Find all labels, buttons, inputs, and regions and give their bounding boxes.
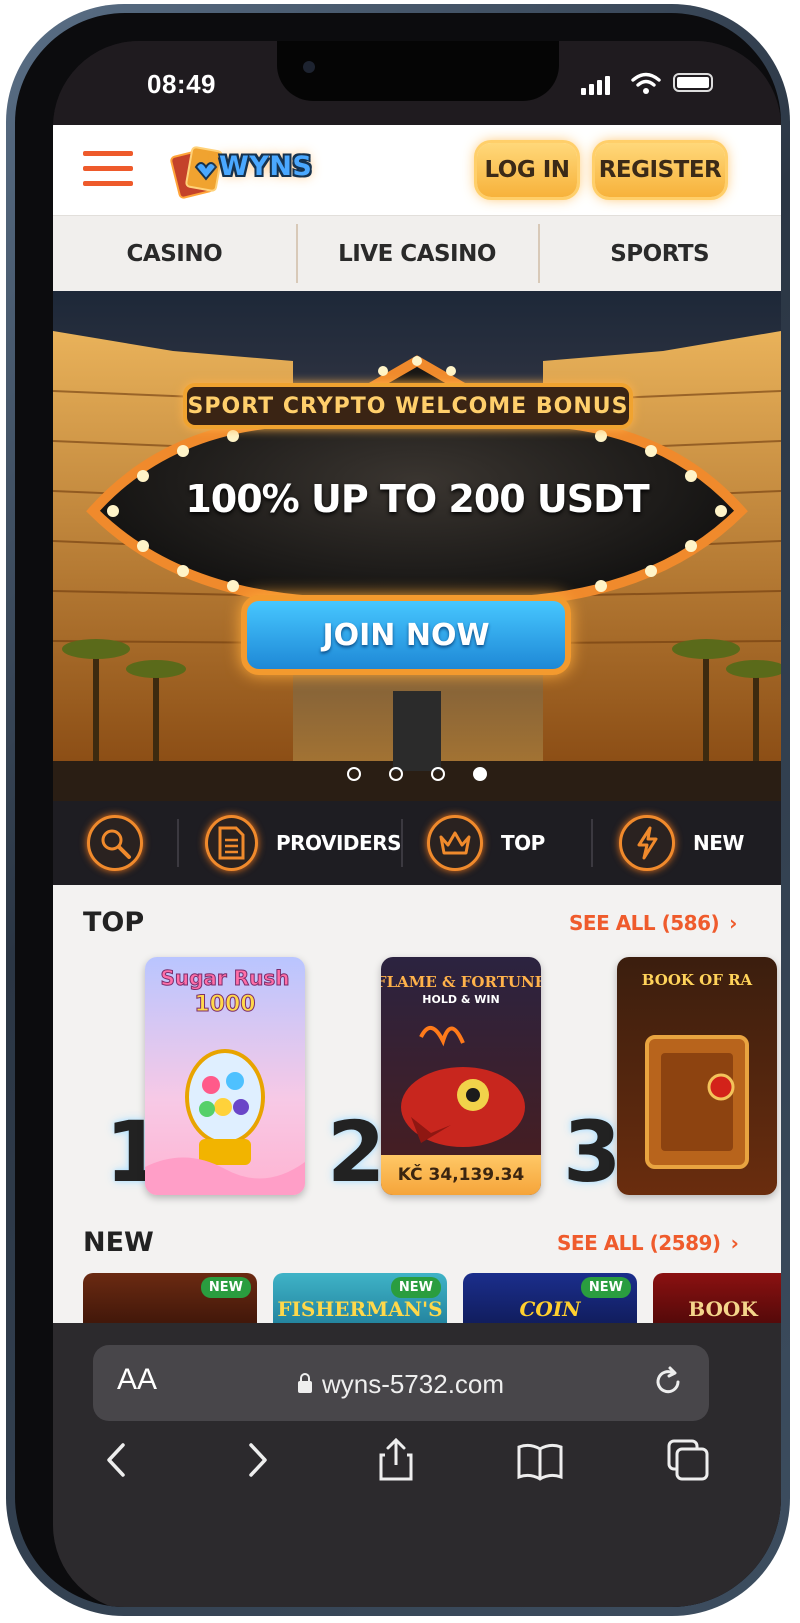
carousel-dot[interactable] [431,767,445,781]
new-game-title: COIN [519,1297,581,1321]
carousel-dot[interactable] [347,767,361,781]
new-game-title: FISHERMAN'S [277,1297,443,1321]
hero-background [53,291,781,801]
document-icon [205,815,258,871]
share-icon[interactable] [371,1435,421,1485]
game-card-book-of-ra[interactable]: BOOK OF RA [617,957,777,1195]
signal-icon [581,75,610,95]
rank-number: 2 [327,1103,385,1201]
svg-text:BOOK OF RA: BOOK OF RA [642,971,753,989]
hero-title: 100% UP TO 200 USDT [185,477,649,521]
notch [277,41,559,101]
register-button[interactable]: REGISTER [595,143,725,197]
new-game-title: BOOK [688,1297,758,1321]
svg-text:1000: 1000 [194,992,255,1017]
new-badge: NEW [390,1277,441,1298]
url-display[interactable]: wyns-5732.com [93,1369,709,1400]
jackpot-amount: KČ 34,139.34 [381,1155,541,1195]
tab-live-casino[interactable]: LIVE CASINO [295,216,539,291]
game-art: BOOK OF RA [642,971,753,1169]
crown-icon [427,815,483,871]
new-game-card[interactable]: NEW FISHERMAN'S [273,1273,447,1323]
quick-nav-search[interactable] [53,801,177,885]
chevron-right-icon: › [729,911,737,935]
game-art: Sugar Rush 1000 [145,966,305,1195]
phone-frame: 08:49 WYNS LOG IN REGISTER CASINO LIVE C… [6,4,790,1616]
search-icon [87,815,143,871]
tab-casino[interactable]: CASINO [53,216,296,291]
hero-banner[interactable]: SPORT CRYPTO WELCOME BONUS 100% UP TO 20… [53,291,781,801]
logo-text: WYNS [219,151,313,182]
reload-icon[interactable] [651,1365,685,1399]
status-bar: 08:49 [53,41,781,125]
quick-nav-new[interactable]: NEW [591,801,781,885]
svg-text:FLAME & FORTUNE: FLAME & FORTUNE [381,973,541,991]
screen: 08:49 WYNS LOG IN REGISTER CASINO LIVE C… [53,41,781,1607]
camera [303,61,315,73]
category-tabs: CASINO LIVE CASINO SPORTS [53,215,781,291]
tab-sports[interactable]: SPORTS [538,216,781,291]
game-art: FLAME & FORTUNE HOLD & WIN [381,973,541,1147]
game-card-flame-fortune[interactable]: FLAME & FORTUNE HOLD & WIN KČ 34,139.34 [381,957,541,1195]
status-time: 08:49 [147,69,216,99]
carousel-dot[interactable] [389,767,403,781]
new-badge: NEW [580,1277,631,1298]
address-bar[interactable]: AA wyns-5732.com [93,1345,709,1421]
svg-text:HOLD & WIN: HOLD & WIN [422,993,499,1006]
wifi-icon [631,72,661,94]
quick-nav: PROVIDERS TOP NEW [53,801,781,885]
join-now-button[interactable]: JOIN NOW [241,595,571,675]
new-game-card[interactable]: NEW [83,1273,257,1323]
section-title-new: NEW [83,1227,154,1258]
phone-bezel: 08:49 WYNS LOG IN REGISTER CASINO LIVE C… [15,13,781,1607]
quick-nav-label: PROVIDERS [275,831,402,855]
new-game-card[interactable]: BOOK [653,1273,781,1323]
battery-icon [673,73,713,92]
tabs-icon[interactable] [663,1435,713,1485]
game-card-sugar-rush[interactable]: Sugar Rush 1000 [145,957,305,1195]
site-header: WYNS LOG IN REGISTER [53,125,781,215]
see-all-label: SEE ALL (586) [569,911,720,935]
menu-icon[interactable] [83,151,133,191]
forward-icon[interactable] [231,1435,281,1485]
browser-nav [53,1435,781,1505]
svg-text:Sugar Rush: Sugar Rush [160,966,289,990]
see-all-new-link[interactable]: SEE ALL (2589) › [557,1231,739,1255]
rank-number: 3 [563,1103,621,1201]
quick-nav-top[interactable]: TOP [401,801,591,885]
browser-toolbar: AA wyns-5732.com [53,1323,781,1607]
quick-nav-label: NEW [693,831,744,855]
login-button[interactable]: LOG IN [477,143,577,197]
back-icon[interactable] [93,1435,143,1485]
see-all-top-link[interactable]: SEE ALL (586) › [569,911,737,935]
url-text: wyns-5732.com [321,1369,505,1399]
lightning-icon [619,815,675,871]
new-game-card[interactable]: NEW COIN [463,1273,637,1323]
lock-icon [297,1373,312,1393]
carousel-dots [53,767,781,781]
new-badge: NEW [200,1277,251,1298]
section-title-top: TOP [83,907,145,938]
carousel-dot-active[interactable] [473,767,487,781]
game-lobby: TOP SEE ALL (586) › 1 Sugar Rush 1000 2 … [53,885,781,1323]
bookmarks-icon[interactable] [515,1435,565,1485]
chevron-right-icon: › [730,1231,739,1255]
see-all-label: SEE ALL (2589) [557,1231,721,1255]
hero-badge: SPORT CRYPTO WELCOME BONUS [183,383,633,429]
quick-nav-providers[interactable]: PROVIDERS [177,801,402,885]
quick-nav-label: TOP [501,831,545,855]
